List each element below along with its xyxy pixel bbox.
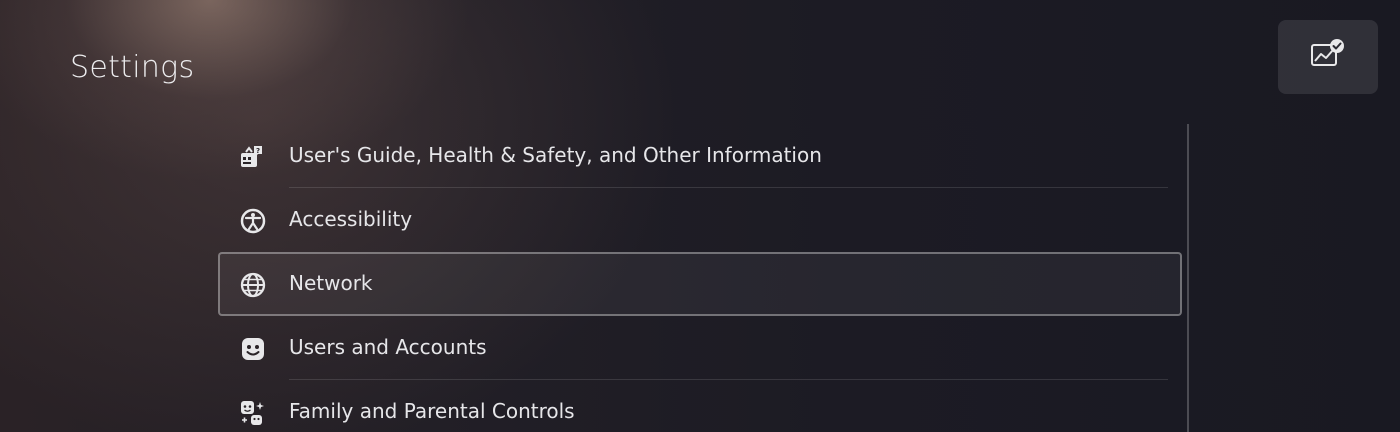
svg-text:?: ? [256, 147, 260, 155]
page-title: Settings [70, 50, 195, 85]
settings-menu: ? User's Guide, Health & Safety, and Oth… [218, 124, 1182, 432]
menu-item-users-guide[interactable]: ? User's Guide, Health & Safety, and Oth… [218, 124, 1182, 188]
menu-item-accessibility[interactable]: Accessibility [218, 188, 1182, 252]
menu-item-label: Users and Accounts [289, 335, 487, 359]
menu-item-label: Family and Parental Controls [289, 399, 575, 423]
globe-icon [238, 270, 268, 300]
corner-action-button[interactable] [1278, 20, 1378, 94]
menu-item-family-parental[interactable]: Family and Parental Controls [218, 380, 1182, 432]
menu-item-label: Network [289, 271, 373, 295]
menu-item-network[interactable]: Network [218, 252, 1182, 316]
menu-item-label: Accessibility [289, 207, 413, 231]
menu-item-users-accounts[interactable]: Users and Accounts [218, 316, 1182, 380]
accessibility-icon [238, 206, 268, 236]
chart-check-icon [1308, 37, 1348, 77]
user-face-icon [238, 334, 268, 364]
family-icon [238, 398, 268, 428]
guide-info-icon: ? [238, 142, 268, 172]
menu-item-label: User's Guide, Health & Safety, and Other… [289, 143, 822, 167]
scrollbar[interactable] [1187, 124, 1189, 432]
